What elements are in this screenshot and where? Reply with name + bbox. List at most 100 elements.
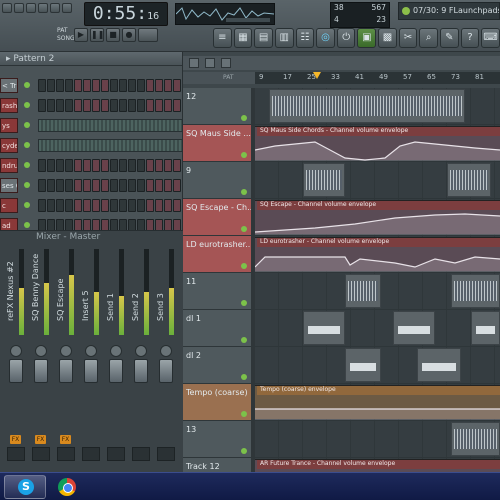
fx-badge[interactable]: FX: [60, 435, 71, 444]
step-button[interactable]: [47, 99, 55, 112]
mixer-strip[interactable]: Insert 5: [79, 247, 103, 471]
route-slot[interactable]: [7, 447, 25, 461]
pattern-clip[interactable]: [345, 348, 381, 382]
tempo-field[interactable]: [138, 28, 158, 42]
step-button[interactable]: [56, 99, 64, 112]
step-button[interactable]: [92, 99, 100, 112]
step-button[interactable]: [110, 199, 118, 212]
pattern-clip[interactable]: [417, 348, 461, 382]
pattern-clip[interactable]: [269, 89, 465, 123]
fx-badge[interactable]: FX: [10, 435, 21, 444]
step-button[interactable]: [119, 199, 127, 212]
pan-knob[interactable]: [60, 345, 72, 357]
step-button[interactable]: [65, 179, 73, 192]
channel-row[interactable]: cyde: [0, 136, 183, 155]
step-button[interactable]: [164, 199, 172, 212]
step-button[interactable]: [38, 179, 46, 192]
step-seq-button[interactable]: ▦: [233, 28, 253, 48]
automation-clip[interactable]: Tempo (coarse) envelope: [255, 385, 500, 420]
route-slot[interactable]: [82, 447, 100, 461]
step-button[interactable]: [128, 99, 136, 112]
channel-name-button[interactable]: < Tr: [0, 78, 18, 93]
channel-row[interactable]: ndru: [0, 156, 183, 175]
channel-mute-led[interactable]: [24, 102, 30, 108]
step-button[interactable]: [56, 199, 64, 212]
step-button[interactable]: [74, 99, 82, 112]
step-button[interactable]: [56, 159, 64, 172]
playlist-track[interactable]: Tempo (coarse) Tempo (coarse) envelope: [183, 384, 500, 421]
pan-knob[interactable]: [110, 345, 122, 357]
track-mute-led[interactable]: [241, 411, 247, 417]
step-button[interactable]: [110, 179, 118, 192]
pan-knob[interactable]: [35, 345, 47, 357]
channel-mute-led[interactable]: [24, 142, 30, 148]
volume-fader[interactable]: [9, 359, 23, 383]
route-slot[interactable]: [57, 447, 75, 461]
track-mute-led[interactable]: [241, 226, 247, 232]
cpu-button[interactable]: ▩: [378, 28, 397, 48]
plugin-picker-button[interactable]: ◎: [316, 28, 335, 48]
mixer-button[interactable]: ☷: [295, 28, 315, 48]
step-button[interactable]: [173, 159, 181, 172]
channel-mute-led[interactable]: [24, 82, 30, 88]
track-lane[interactable]: SQ Maus Side Chords - Channel volume env…: [255, 125, 500, 161]
step-button[interactable]: [119, 99, 127, 112]
step-button[interactable]: [173, 199, 181, 212]
channel-row[interactable]: ys: [0, 116, 183, 135]
pattern-clip[interactable]: [303, 163, 345, 197]
pause-button[interactable]: ❚❚: [90, 28, 104, 42]
fx-badge[interactable]: FX: [35, 435, 46, 444]
channel-name-button[interactable]: ndru: [0, 158, 18, 173]
channel-piano-roll-preview[interactable]: [38, 139, 183, 152]
step-sequence[interactable]: [38, 79, 181, 92]
step-button[interactable]: [74, 199, 82, 212]
step-button[interactable]: [38, 159, 46, 172]
help-button[interactable]: ?: [460, 28, 480, 48]
step-button[interactable]: [137, 99, 145, 112]
step-button[interactable]: [101, 99, 109, 112]
track-lane[interactable]: [255, 347, 500, 383]
mixer-strip[interactable]: SQ Benny Dance Seq FX: [29, 247, 53, 471]
step-button[interactable]: [155, 179, 163, 192]
pattern-clip[interactable]: [393, 311, 435, 345]
step-button[interactable]: [173, 99, 181, 112]
step-button[interactable]: [83, 179, 91, 192]
step-button[interactable]: [164, 99, 172, 112]
playlist-menu-button[interactable]: [189, 58, 199, 68]
step-button[interactable]: [65, 199, 73, 212]
playlist-track[interactable]: SQ Maus Side ... SQ Maus Side Chords - Ch…: [183, 125, 500, 162]
hint-bar[interactable]: 07/30: 9 FLaunchpads Yo: [398, 2, 500, 20]
piano-roll-button[interactable]: ▤: [254, 28, 273, 48]
track-header[interactable]: 9: [183, 162, 251, 198]
taskbar-chrome[interactable]: [46, 475, 88, 499]
snap-button[interactable]: ▣: [357, 28, 377, 48]
step-button[interactable]: [119, 179, 127, 192]
track-header[interactable]: 11: [183, 273, 251, 309]
step-button[interactable]: [173, 79, 181, 92]
playlist-button[interactable]: ≡: [213, 28, 232, 48]
volume-fader[interactable]: [159, 359, 173, 383]
step-sequence[interactable]: [38, 159, 181, 172]
track-lane[interactable]: [255, 310, 500, 346]
step-button[interactable]: [155, 199, 163, 212]
song-position-display[interactable]: 0:55:16: [84, 2, 168, 26]
timeline-ruler[interactable]: 9 17 25 33 41 49 57 65 73 81: [255, 72, 500, 84]
play-button[interactable]: ▶: [74, 28, 88, 42]
pattern-clip[interactable]: [447, 163, 491, 197]
track-header[interactable]: Tempo (coarse): [183, 384, 251, 420]
step-button[interactable]: [74, 179, 82, 192]
track-lane[interactable]: Tempo (coarse) envelope: [255, 384, 500, 420]
step-button[interactable]: [38, 79, 46, 92]
channel-name-button[interactable]: ses 044: [0, 178, 18, 193]
pan-knob[interactable]: [135, 345, 147, 357]
step-button[interactable]: [101, 199, 109, 212]
playlist-track[interactable]: 12: [183, 88, 500, 125]
track-header[interactable]: 13: [183, 421, 251, 457]
step-button[interactable]: [146, 199, 154, 212]
step-sequence[interactable]: [38, 179, 181, 192]
step-button[interactable]: [65, 99, 73, 112]
step-button[interactable]: [164, 179, 172, 192]
step-button[interactable]: [101, 79, 109, 92]
step-button[interactable]: [38, 199, 46, 212]
step-button[interactable]: [128, 179, 136, 192]
